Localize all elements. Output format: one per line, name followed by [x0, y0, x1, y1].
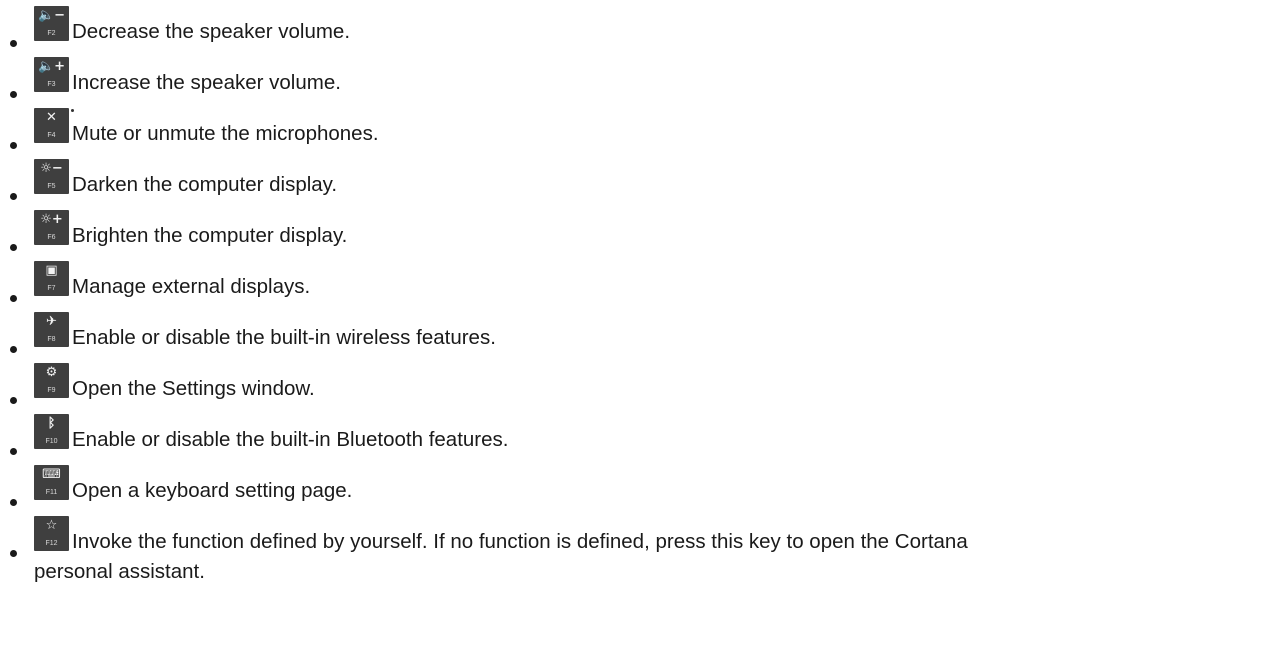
key-f10-icon: ᛒ F10	[34, 414, 69, 449]
bullet	[10, 244, 17, 251]
bullet	[10, 40, 17, 47]
item-description-continuation: personal assistant.	[34, 560, 205, 583]
key-label: F12	[45, 540, 58, 547]
bluetooth-icon: ᛒ	[47, 416, 56, 431]
key-label: F10	[45, 438, 58, 445]
key-f12-icon: ☆ F12	[34, 516, 69, 551]
bullet	[10, 550, 17, 557]
speaker-decrease-icon: 🔈−	[37, 8, 66, 23]
bullet	[10, 346, 17, 353]
settings-gear-icon: ⚙	[45, 365, 58, 380]
bullet	[10, 397, 17, 404]
key-f3-icon: 🔈+ F3	[34, 57, 69, 92]
indicator-light-icon	[71, 109, 74, 112]
item-description: Brighten the computer display.	[72, 224, 348, 247]
item-description: Open a keyboard setting page.	[72, 479, 353, 502]
item-description: Enable or disable the built-in wireless …	[72, 326, 496, 349]
star-icon: ☆	[45, 518, 58, 533]
bullet	[10, 499, 17, 506]
brightness-increase-icon: ☼+	[40, 212, 63, 227]
item-description: Invoke the function defined by yourself.…	[72, 530, 968, 553]
key-f2-icon: 🔈− F2	[34, 6, 69, 41]
item-description: Increase the speaker volume.	[72, 71, 341, 94]
bullet	[10, 193, 17, 200]
bullet	[10, 448, 17, 455]
key-label: F8	[47, 336, 56, 343]
key-f6-icon: ☼+ F6	[34, 210, 69, 245]
key-f4-icon: ✕ F4	[34, 108, 74, 143]
key-label: F3	[47, 81, 56, 88]
item-description: Mute or unmute the microphones.	[72, 122, 379, 145]
bullet	[10, 142, 17, 149]
key-label: F7	[47, 285, 56, 292]
airplane-mode-icon: ✈	[46, 314, 57, 329]
microphone-mute-icon: ✕	[46, 110, 57, 125]
key-label: F5	[47, 183, 56, 190]
key-label: F11	[45, 489, 58, 496]
item-description: Open the Settings window.	[72, 377, 315, 400]
item-description: Darken the computer display.	[72, 173, 338, 196]
key-f8-icon: ✈ F8	[34, 312, 69, 347]
key-f5-icon: ☼− F5	[34, 159, 69, 194]
external-display-icon: ▣	[45, 263, 58, 278]
key-label: F9	[47, 387, 56, 394]
bullet	[10, 91, 17, 98]
item-description: Manage external displays.	[72, 275, 311, 298]
key-label: F4	[47, 132, 56, 139]
item-description: Enable or disable the built-in Bluetooth…	[72, 428, 509, 451]
key-f9-icon: ⚙ F9	[34, 363, 69, 398]
key-label: F6	[47, 234, 56, 241]
bullet	[10, 295, 17, 302]
key-label: F2	[47, 30, 56, 37]
item-description: Decrease the speaker volume.	[72, 20, 351, 43]
key-f11-icon: ⌨ F11	[34, 465, 69, 500]
key-f7-icon: ▣ F7	[34, 261, 69, 296]
brightness-decrease-icon: ☼−	[40, 161, 63, 176]
keyboard-icon: ⌨	[42, 467, 61, 482]
speaker-increase-icon: 🔈+	[37, 59, 66, 74]
